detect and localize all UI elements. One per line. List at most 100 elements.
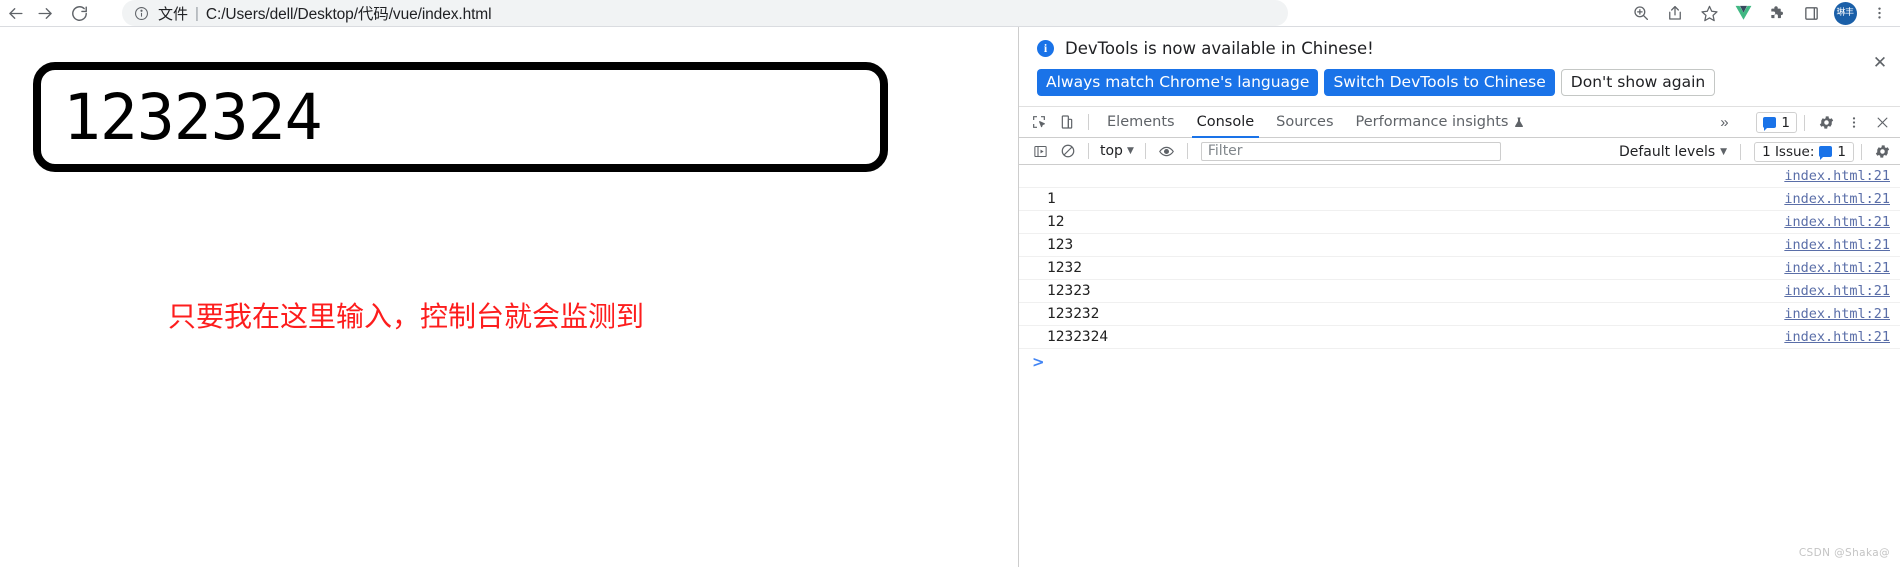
clear-console-icon[interactable] bbox=[1054, 139, 1081, 163]
share-icon[interactable] bbox=[1658, 0, 1692, 26]
info-circle-icon[interactable] bbox=[134, 6, 149, 21]
message-badge-icon bbox=[1819, 146, 1833, 160]
gear-icon[interactable] bbox=[1812, 109, 1840, 136]
always-match-chrome-language-button[interactable]: Always match Chrome's language bbox=[1037, 69, 1319, 96]
prompt-caret-icon: > bbox=[1032, 352, 1045, 371]
back-button[interactable] bbox=[0, 0, 30, 26]
console-source-link[interactable]: index.html:21 bbox=[1784, 306, 1890, 322]
console-source-link[interactable]: index.html:21 bbox=[1784, 237, 1890, 253]
tab-performance-insights[interactable]: Performance insights bbox=[1345, 107, 1537, 138]
chevron-down-icon: ▼ bbox=[1126, 146, 1134, 156]
console-toolbar-actions: Default levels ▼ 1 Issue: 1 bbox=[1613, 138, 1896, 165]
divider bbox=[1144, 143, 1146, 159]
device-toolbar-icon[interactable] bbox=[1053, 109, 1081, 136]
console-message: 123 bbox=[1047, 237, 1074, 253]
live-expression-eye-icon[interactable] bbox=[1153, 139, 1180, 163]
tab-console[interactable]: Console bbox=[1186, 107, 1266, 138]
inspect-element-icon[interactable] bbox=[1025, 109, 1053, 136]
side-panel-icon[interactable] bbox=[1794, 0, 1828, 26]
close-icon[interactable]: ✕ bbox=[1870, 53, 1890, 73]
console-prompt-input[interactable] bbox=[1045, 353, 1900, 371]
switch-devtools-to-chinese-button[interactable]: Switch DevTools to Chinese bbox=[1324, 69, 1555, 96]
console-context-selector[interactable]: top ▼ bbox=[1096, 143, 1138, 159]
kebab-menu-icon bbox=[1877, 7, 1881, 19]
kebab-menu-icon bbox=[1852, 117, 1856, 128]
text-input[interactable]: 1232324 bbox=[33, 62, 888, 172]
console-row[interactable]: 1 index.html:21 bbox=[1019, 188, 1900, 211]
console-source-link[interactable]: index.html:21 bbox=[1784, 214, 1890, 230]
chevron-double-right-icon: » bbox=[1720, 114, 1729, 131]
chrome-menu-button[interactable] bbox=[1862, 0, 1896, 26]
tab-elements-label: Elements bbox=[1107, 114, 1175, 130]
console-message: 1 bbox=[1047, 191, 1056, 207]
console-toolbar: top ▼ Default levels ▼ 1 Issue: 1 bbox=[1019, 138, 1900, 165]
devtools-more-options-button[interactable] bbox=[1840, 109, 1868, 136]
divider bbox=[1088, 143, 1089, 159]
dont-show-again-button[interactable]: Don't show again bbox=[1560, 69, 1716, 96]
console-message: 12 bbox=[1047, 214, 1065, 230]
console-row[interactable]: 12323 index.html:21 bbox=[1019, 280, 1900, 303]
tab-elements[interactable]: Elements bbox=[1096, 107, 1186, 138]
devtools-tabstrip: Elements Console Sources Performance ins… bbox=[1019, 107, 1900, 138]
avatar[interactable]: 琳丰 bbox=[1828, 0, 1862, 26]
devtools-tabstrip-actions: » 1 bbox=[1710, 107, 1896, 138]
console-row[interactable]: 12 index.html:21 bbox=[1019, 211, 1900, 234]
banner-message-row: i DevTools is now available in Chinese! bbox=[1037, 39, 1882, 58]
console-source-link[interactable]: index.html:21 bbox=[1784, 191, 1890, 207]
tab-console-label: Console bbox=[1196, 114, 1255, 130]
divider bbox=[1861, 143, 1862, 160]
console-message: 1232324 bbox=[1047, 329, 1109, 345]
page-viewport: 1232324 只要我在这里输入，控制台就会监测到 bbox=[0, 27, 1018, 567]
vue-devtools-icon[interactable] bbox=[1726, 0, 1760, 26]
devtools-close-button[interactable] bbox=[1868, 109, 1896, 136]
tab-sources[interactable]: Sources bbox=[1265, 107, 1344, 138]
tab-sources-label: Sources bbox=[1276, 114, 1334, 130]
browser-toolbar: 文件 | C:/Users/dell/Desktop/代码/vue/index.… bbox=[0, 0, 1900, 26]
bookmark-star-icon[interactable] bbox=[1692, 0, 1726, 26]
console-row[interactable]: 123232 index.html:21 bbox=[1019, 303, 1900, 326]
arrow-right-icon bbox=[37, 7, 52, 19]
console-row[interactable]: 1232 index.html:21 bbox=[1019, 257, 1900, 280]
omnibox-url-text: C:/Users/dell/Desktop/代码/vue/index.html bbox=[205, 6, 492, 23]
console-source-link[interactable]: index.html:21 bbox=[1784, 283, 1890, 299]
extensions-puzzle-icon[interactable] bbox=[1760, 0, 1794, 26]
console-sidebar-toggle-icon[interactable] bbox=[1027, 139, 1054, 163]
divider bbox=[1088, 114, 1089, 130]
arrow-left-icon bbox=[8, 7, 23, 19]
more-tabs-button[interactable]: » bbox=[1710, 109, 1738, 136]
console-source-link[interactable]: index.html:21 bbox=[1784, 168, 1890, 184]
watermark: CSDN @Shaka@ bbox=[1798, 547, 1890, 559]
console-issues-label: 1 Issue: bbox=[1762, 143, 1815, 160]
reload-button[interactable] bbox=[64, 0, 94, 26]
console-row[interactable]: 1232324 index.html:21 bbox=[1019, 326, 1900, 349]
address-bar[interactable]: 文件 | C:/Users/dell/Desktop/代码/vue/index.… bbox=[122, 0, 1288, 26]
hint-text: 只要我在这里输入，控制台就会监测到 bbox=[168, 300, 645, 333]
console-message: 1232 bbox=[1047, 260, 1082, 276]
filter-input[interactable] bbox=[1200, 141, 1501, 161]
omnibox-separator: | bbox=[195, 4, 199, 22]
console-row[interactable]: index.html:21 bbox=[1019, 165, 1900, 188]
console-prompt[interactable]: > bbox=[1019, 349, 1900, 374]
console-message-list: index.html:21 1 index.html:21 12 index.h… bbox=[1019, 165, 1900, 349]
divider bbox=[1740, 143, 1742, 160]
zoom-icon[interactable] bbox=[1624, 0, 1658, 26]
banner-message: DevTools is now available in Chinese! bbox=[1065, 39, 1374, 58]
experiment-flask-icon bbox=[1515, 117, 1524, 127]
avatar-initials: 琳丰 bbox=[1833, 1, 1857, 25]
devtools-panel: i DevTools is now available in Chinese! … bbox=[1018, 27, 1900, 567]
divider bbox=[1804, 114, 1805, 131]
console-issues-chip[interactable]: 1 Issue: 1 bbox=[1754, 141, 1854, 162]
reload-icon bbox=[71, 5, 87, 21]
console-message: 12323 bbox=[1047, 283, 1091, 299]
issues-badge[interactable]: 1 bbox=[1756, 112, 1797, 133]
chevron-down-icon: ▼ bbox=[1720, 146, 1728, 157]
close-icon bbox=[1877, 117, 1887, 128]
console-source-link[interactable]: index.html:21 bbox=[1784, 260, 1890, 276]
log-levels-selector[interactable]: Default levels ▼ bbox=[1613, 144, 1733, 160]
devtools-language-banner: i DevTools is now available in Chinese! … bbox=[1019, 27, 1900, 107]
omnibox-scheme-label: 文件 bbox=[158, 4, 189, 23]
console-settings-gear-icon[interactable] bbox=[1869, 140, 1896, 164]
forward-button[interactable] bbox=[30, 0, 60, 26]
console-row[interactable]: 123 index.html:21 bbox=[1019, 234, 1900, 257]
console-source-link[interactable]: index.html:21 bbox=[1784, 329, 1890, 345]
